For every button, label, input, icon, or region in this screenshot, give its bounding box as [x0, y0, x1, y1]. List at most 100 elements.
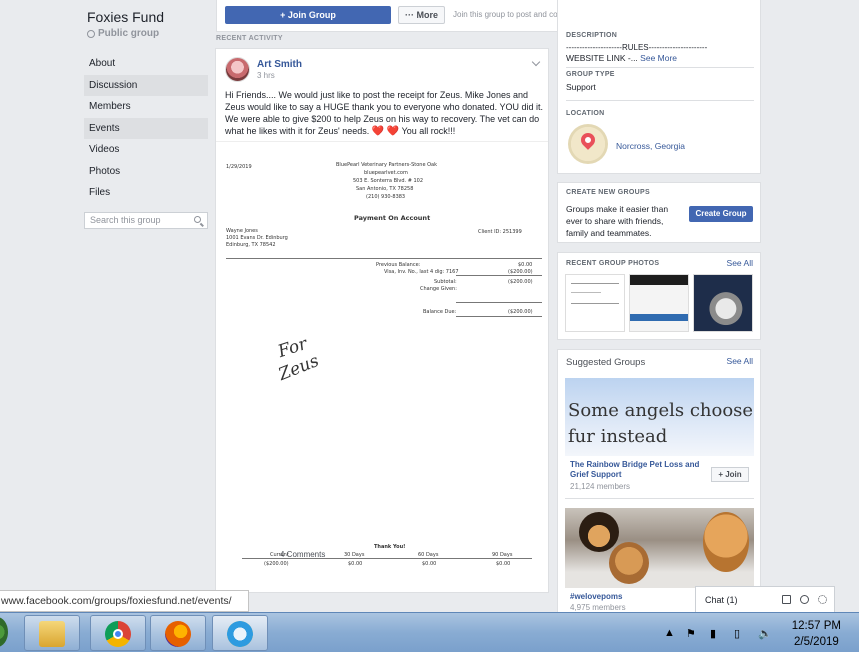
create-group-button[interactable]: Create Group — [689, 206, 753, 222]
group-type-label: GROUP TYPE — [566, 71, 615, 78]
description-line2: WEBSITE LINK -... See More — [566, 53, 677, 63]
taskbar-chrome[interactable] — [90, 615, 146, 651]
receipt-subtotal-value: ($200.00) — [508, 279, 533, 285]
receipt-address2: San Antonio, TX 78258 — [356, 186, 414, 192]
start-button[interactable] — [0, 617, 8, 647]
post-card: Art Smith 3 hrs Hi Friends.... We would … — [215, 48, 549, 593]
chat-label[interactable]: Chat (1) — [705, 595, 738, 605]
location-label: LOCATION — [566, 110, 605, 117]
power-icon[interactable]: ▯ — [734, 627, 740, 640]
receipt-site: bluepearlvet.com — [364, 170, 408, 176]
taskbar-ie[interactable] — [212, 615, 268, 651]
chat-bar[interactable]: Chat (1) — [695, 586, 835, 613]
receipt-visa-label: Visa, Inv. No., last 4 dig: 7167 — [384, 269, 459, 275]
group-sidebar: Foxies Fund Public group About Discussio… — [84, 0, 208, 229]
nav-events[interactable]: Events — [84, 117, 208, 139]
suggested-group-members: 4,975 members — [570, 603, 626, 612]
receipt-divider — [456, 275, 542, 276]
nav-about[interactable]: About — [84, 53, 208, 74]
dog-photo — [703, 512, 749, 572]
post-author[interactable]: Art Smith — [257, 59, 302, 70]
thumb-line — [571, 303, 619, 304]
suggested-group-image[interactable] — [565, 508, 754, 588]
clock-time: 12:57 PM — [791, 620, 841, 632]
gear-icon[interactable] — [818, 595, 827, 604]
taskbar-clock[interactable]: 12:57 PM 2/5/2019 — [792, 618, 841, 650]
show-hidden-icons[interactable]: ▲ — [664, 627, 675, 639]
flag-icon[interactable]: ⚑ — [686, 627, 696, 640]
post-body-end: You all rock!!! — [401, 126, 456, 136]
receipt-image[interactable]: 1/29/2019 BluePearl Veterinary Partners-… — [216, 141, 548, 569]
divider — [566, 100, 754, 101]
comments-count[interactable]: 4 Comments — [280, 550, 325, 559]
group-chat-icon[interactable] — [800, 595, 809, 604]
suggested-see-all[interactable]: See All — [727, 356, 753, 366]
join-suggested-button[interactable]: + Join — [711, 467, 749, 482]
description-label: DESCRIPTION — [566, 32, 618, 39]
divider — [566, 67, 754, 68]
suggested-group-image-text: Some angels choose fur instead — [568, 400, 754, 447]
volume-icon[interactable]: 🔈 — [758, 627, 772, 640]
status-url: www.facebook.com/groups/foxiesfund.net/e… — [0, 590, 249, 612]
receipt-client-id: Client ID: 251399 — [478, 229, 522, 235]
nav-videos[interactable]: Videos — [84, 139, 208, 160]
nav-photos[interactable]: Photos — [84, 161, 208, 182]
taskbar-explorer[interactable] — [24, 615, 80, 651]
more-button[interactable]: ··· More — [398, 6, 445, 24]
photo-thumb-receipt[interactable] — [565, 274, 625, 332]
heart-icon: ❤️ — [386, 126, 400, 137]
search-placeholder: Search this group — [90, 215, 161, 225]
globe-icon — [87, 29, 95, 38]
group-nav: About Discussion Members Events Videos P… — [84, 53, 208, 203]
about-card: DESCRIPTION ---------------------RULES--… — [557, 0, 761, 174]
dog-photo — [579, 512, 619, 552]
internet-explorer-icon — [227, 621, 253, 647]
receipt-prev-value: $0.00 — [518, 262, 533, 268]
photos-see-all[interactable]: See All — [727, 258, 753, 268]
receipt-title: Payment On Account — [354, 214, 431, 222]
windows-taskbar: ▲ ⚑ ▮ ▯ 🔈 12:57 PM 2/5/2019 — [0, 612, 859, 652]
receipt-change-label: Change Given: — [420, 286, 457, 292]
photo-thumb-dog[interactable] — [693, 274, 753, 332]
network-icon[interactable]: ▮ — [710, 627, 716, 640]
post-body: Hi Friends.... We would just like to pos… — [225, 90, 544, 136]
nav-files[interactable]: Files — [84, 182, 208, 203]
group-search-input[interactable]: Search this group — [84, 212, 208, 229]
nav-members[interactable]: Members — [84, 96, 208, 117]
clock-date: 2/5/2019 — [794, 636, 839, 648]
receipt-divider — [456, 302, 542, 303]
create-group-label: CREATE NEW GROUPS — [566, 189, 650, 196]
map-icon[interactable] — [568, 124, 608, 164]
search-icon[interactable] — [194, 216, 201, 223]
taskbar-firefox[interactable] — [150, 615, 206, 651]
folder-icon — [39, 621, 65, 647]
suggested-group-name[interactable]: The Rainbow Bridge Pet Loss and Grief Su… — [570, 460, 708, 480]
receipt-client-addr1: 1001 Evans Dr. Edinburg — [226, 235, 288, 241]
map-pin-icon — [578, 130, 598, 150]
avatar[interactable] — [225, 57, 250, 82]
nav-discussion[interactable]: Discussion — [84, 74, 208, 96]
join-group-button[interactable]: + Join Group — [225, 6, 391, 24]
see-more-link[interactable]: See More — [640, 53, 677, 63]
receipt-thanks: Thank You! — [374, 544, 406, 550]
suggested-group-name[interactable]: #welovepoms — [570, 592, 622, 601]
post-time[interactable]: 3 hrs — [257, 71, 275, 80]
description-text: WEBSITE LINK -... — [566, 53, 638, 63]
receipt-clinic: BluePearl Veterinary Partners-Stone Oak — [336, 162, 438, 168]
suggested-group-image[interactable]: Some angels choose fur instead — [565, 378, 754, 456]
receipt-divider — [456, 316, 542, 317]
create-group-card: CREATE NEW GROUPS Groups make it easier … — [557, 182, 761, 243]
receipt-prev-label: Previous Balance: — [376, 262, 421, 268]
receipt-client-name: Wayne Jones — [226, 228, 258, 234]
receipt-balance-value: ($200.00) — [508, 309, 533, 315]
photo-thumb-flyer[interactable] — [629, 274, 689, 332]
create-group-text: Groups make it easier than ever to share… — [566, 204, 669, 238]
chrome-center — [113, 629, 123, 639]
group-type-value: Support — [566, 82, 596, 92]
location-link[interactable]: Norcross, Georgia — [616, 141, 685, 151]
compose-icon[interactable] — [782, 595, 791, 604]
suggested-groups-card: Suggested Groups See All Some angels cho… — [557, 349, 761, 613]
receipt-aging-value: $0.00 — [422, 561, 437, 567]
chevron-down-icon[interactable] — [531, 57, 541, 67]
group-name[interactable]: Foxies Fund — [87, 9, 208, 25]
